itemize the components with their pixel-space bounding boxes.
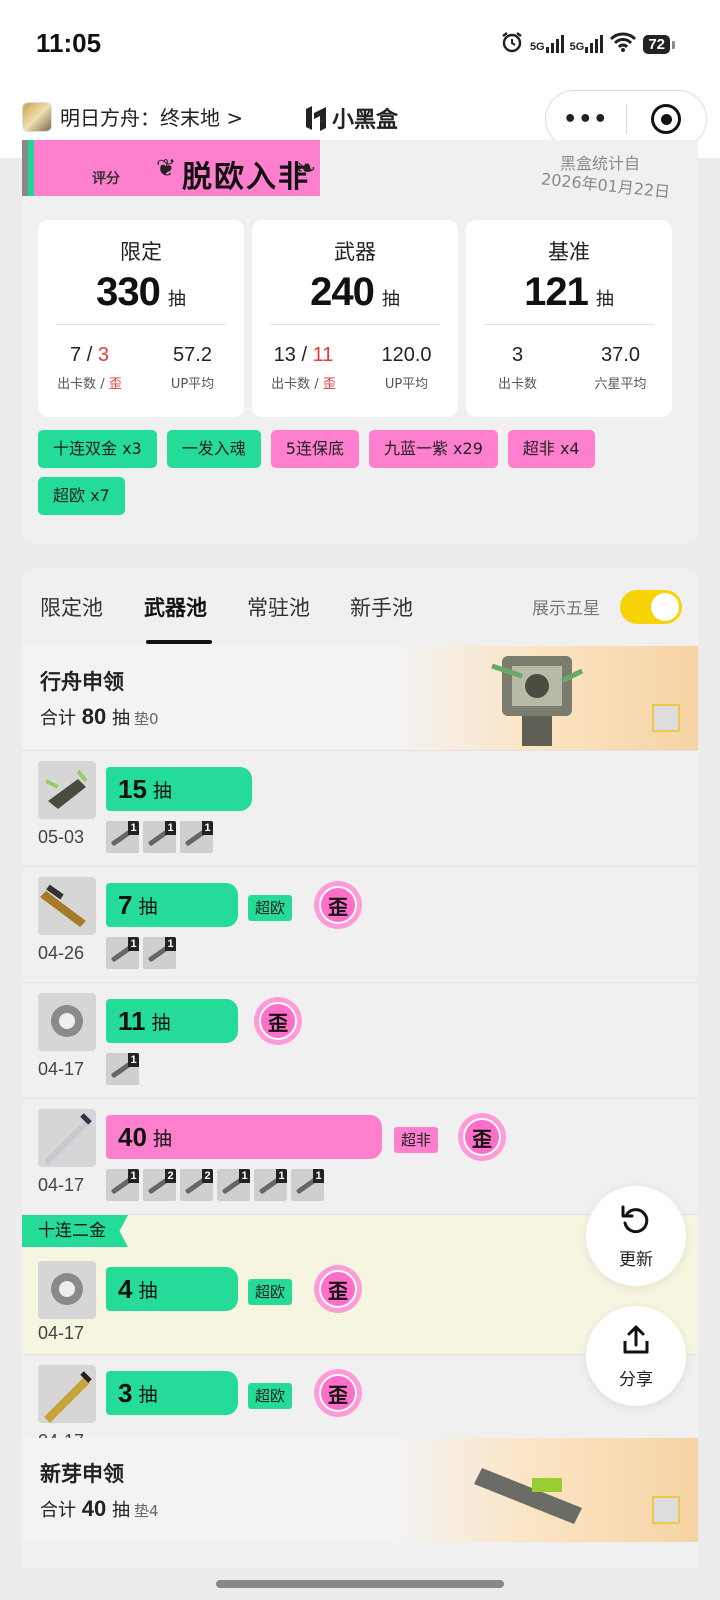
- stat-cards: 限定 330 抽 7 / 3 出卡数 / 歪 57.2 UP平均 武器 240 抽 …: [38, 220, 672, 417]
- brand-name: 小黑盒: [332, 108, 399, 133]
- stat-card-limited: 限定 330 抽 7 / 3 出卡数 / 歪 57.2 UP平均: [38, 220, 244, 417]
- tag: 九蓝一紫 x29: [368, 430, 498, 468]
- share-button[interactable]: 分享: [586, 1306, 686, 1406]
- refresh-button[interactable]: 更新: [586, 1186, 686, 1286]
- drop-item: 1: [143, 937, 176, 969]
- drop-list: 1 1: [106, 937, 176, 969]
- banner-header[interactable]: 行舟申领 合计 80 抽垫0: [22, 646, 698, 750]
- laurel-right-icon: ❧: [296, 154, 317, 182]
- weapon-thumb: [38, 877, 96, 935]
- weapon-thumb: [38, 993, 96, 1051]
- off-banner-badge: 歪: [314, 1369, 362, 1417]
- banner-item-thumb: [652, 704, 680, 732]
- pull-count-bar: 15 抽: [106, 767, 252, 811]
- show-five-star-toggle[interactable]: [620, 590, 682, 624]
- ten-pull-ribbon: 十连二金: [22, 1215, 128, 1247]
- status-icons: 5G 5G 72: [500, 30, 675, 58]
- pull-count-bar: 11 抽: [106, 999, 238, 1043]
- tag: 超欧 x7: [38, 477, 125, 515]
- tab-beginner-pool[interactable]: 新手池: [350, 592, 413, 622]
- tag: 5连保底: [270, 430, 359, 468]
- pull-count-bar: 40 抽: [106, 1115, 382, 1159]
- drop-item: 1: [106, 821, 139, 853]
- drop-item: 1: [106, 1053, 139, 1085]
- luck-badge: 超欧: [248, 1279, 293, 1305]
- drop-item: 2: [180, 1169, 213, 1201]
- show-five-star-label: 展示五星: [532, 599, 600, 619]
- clock: 11:05: [36, 28, 102, 58]
- target-icon: [651, 104, 682, 134]
- drop-list: 1: [106, 1053, 139, 1085]
- drop-item: 2: [143, 1169, 176, 1201]
- laurel-left-icon: ❦: [156, 154, 177, 182]
- drop-item: 1: [143, 821, 176, 853]
- game-avatar[interactable]: [22, 102, 52, 132]
- pull-count-bar: 7抽: [106, 883, 238, 927]
- off-banner-badge: 歪: [254, 997, 302, 1045]
- drop-item: 1: [106, 1169, 139, 1201]
- home-indicator[interactable]: [216, 1580, 504, 1588]
- off-banner-badge: 歪: [458, 1113, 506, 1161]
- weapon-thumb: [38, 1261, 96, 1319]
- pull-record-row[interactable]: 04-26 7抽 超欧 歪 1 1: [22, 866, 698, 982]
- weapon-thumb: [38, 761, 96, 819]
- stats-stamp: 黑盒统计自 2026年01月22日: [539, 154, 671, 202]
- close-mini-program-button[interactable]: [627, 104, 707, 134]
- rating-label: 评分: [92, 171, 120, 187]
- pull-record-row[interactable]: 05-03 15 抽 1 1 1: [22, 750, 698, 866]
- off-banner-badge: 歪: [314, 881, 362, 929]
- tag: 一发入魂: [166, 430, 261, 468]
- pull-count-bar: 4抽: [106, 1267, 238, 1311]
- pool-card: 限定池 武器池 常驻池 新手池 展示五星 行舟申领 合计 80 抽垫0 05-0…: [22, 568, 698, 1568]
- battery-indicator: 72: [643, 34, 675, 54]
- achievement-tags: 十连双金 x3 一发入魂 5连保底 九蓝一紫 x29 超非 x4 超欧 x7: [38, 430, 678, 515]
- share-icon: [619, 1323, 653, 1361]
- tag: 十连双金 x3: [38, 430, 157, 468]
- pool-tabs: 限定池 武器池 常驻池 新手池 展示五星: [22, 568, 698, 646]
- banner-header[interactable]: 新芽申领 合计 40 抽垫4: [22, 1438, 698, 1542]
- weapon-thumb: [38, 1365, 96, 1423]
- drop-item: 1: [254, 1169, 287, 1201]
- weapon-thumb: [38, 1109, 96, 1167]
- alarm-icon: [500, 30, 524, 58]
- banner-item-thumb: [652, 1496, 680, 1524]
- more-button[interactable]: •••: [546, 107, 626, 132]
- drop-list: 1 2 2 1 1 1: [106, 1169, 324, 1201]
- luck-badge: 超欧: [248, 895, 293, 921]
- banner-weapon-art: [472, 1438, 612, 1542]
- drop-item: 1: [291, 1169, 324, 1201]
- stat-card-standard: 基准 121 抽 3 出卡数 37.0 六星平均: [466, 220, 672, 417]
- tab-weapon-pool[interactable]: 武器池: [144, 592, 207, 622]
- brand-logo: 小黑盒: [304, 102, 398, 134]
- pull-record-row[interactable]: 04-17 40 抽 超非 歪 1 2 2 1 1 1: [22, 1098, 698, 1214]
- drop-item: 1: [180, 821, 213, 853]
- signal-icon: 5G: [530, 35, 564, 53]
- luck-badge: 超非: [394, 1127, 439, 1153]
- drop-item: 1: [217, 1169, 250, 1201]
- tab-limited-pool[interactable]: 限定池: [40, 592, 103, 622]
- drop-item: 1: [106, 937, 139, 969]
- stat-card-weapon: 武器 240 抽 13 / 11 出卡数 / 歪 120.0 UP平均: [252, 220, 458, 417]
- refresh-icon: [619, 1203, 653, 1241]
- xiaoheihe-logo-icon: [304, 105, 328, 131]
- rating-value: 脱欧入非: [182, 160, 310, 195]
- banner-weapon-art: [472, 646, 612, 750]
- tab-underline: [146, 640, 212, 644]
- pull-record-row[interactable]: 04-17 11 抽 歪 1: [22, 982, 698, 1098]
- tab-standard-pool[interactable]: 常驻池: [247, 592, 310, 622]
- off-banner-badge: 歪: [314, 1265, 362, 1313]
- luck-badge: 超欧: [248, 1383, 293, 1409]
- signal-icon: 5G: [570, 35, 604, 53]
- summary-card: 评分 ❦ 脱欧入非 ❧ 黑盒统计自 2026年01月22日 限定 330 抽 7 …: [22, 140, 698, 545]
- rating-strip: 评分 ❦ 脱欧入非 ❧: [22, 140, 322, 196]
- wifi-icon: [609, 31, 637, 57]
- tag: 超非 x4: [507, 430, 595, 468]
- game-title-link[interactable]: 明日方舟：终末地 >: [60, 102, 243, 131]
- status-bar: 11:05 5G 5G 72: [0, 0, 720, 90]
- pull-count-bar: 3抽: [106, 1371, 238, 1415]
- drop-list: 1 1 1: [106, 821, 213, 853]
